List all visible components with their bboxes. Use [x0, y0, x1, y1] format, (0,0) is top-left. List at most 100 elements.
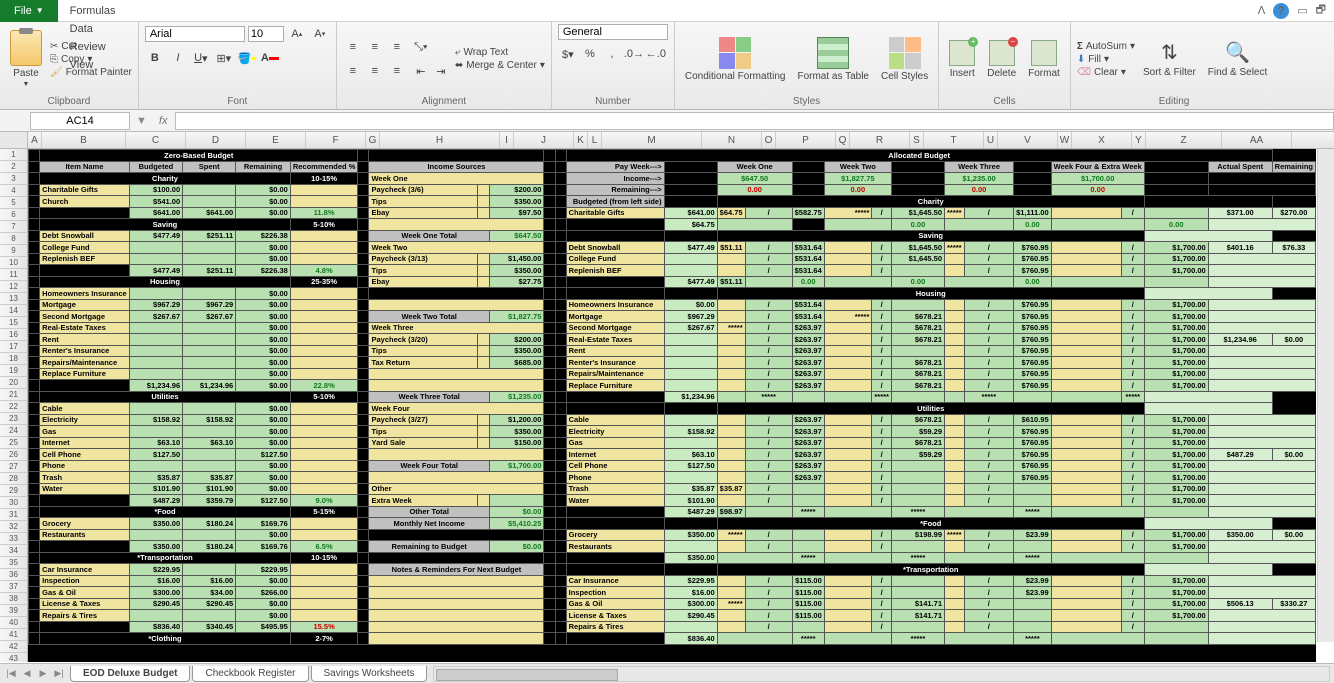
col-header[interactable]: H [380, 132, 500, 148]
row-header[interactable]: 19 [0, 365, 28, 377]
col-header[interactable]: N [702, 132, 762, 148]
select-all-corner[interactable] [0, 132, 28, 148]
sheet-tab[interactable]: EOD Deluxe Budget [70, 666, 190, 682]
delete-button[interactable]: −Delete [983, 38, 1020, 81]
col-header[interactable]: Y [1132, 132, 1146, 148]
currency-button[interactable]: $▾ [558, 44, 578, 64]
tab-next-icon[interactable]: ▶ [36, 667, 50, 681]
wrap-text-button[interactable]: ⤶Wrap Text [455, 47, 545, 58]
col-header[interactable]: S [910, 132, 924, 148]
find-select-button[interactable]: 🔍Find & Select [1204, 38, 1271, 80]
increase-indent-button[interactable]: ⇥ [431, 61, 451, 81]
format-button[interactable]: Format [1024, 38, 1064, 81]
row-header[interactable]: 43 [0, 653, 28, 662]
col-header[interactable]: B [42, 132, 126, 148]
row-header[interactable]: 31 [0, 509, 28, 521]
col-header[interactable]: L [588, 132, 602, 148]
row-header[interactable]: 6 [0, 209, 28, 221]
help-icon[interactable]: ? [1273, 3, 1289, 19]
comma-button[interactable]: , [602, 44, 622, 64]
col-header[interactable]: R [850, 132, 910, 148]
dropdown-icon[interactable]: ▼ [132, 115, 151, 127]
percent-button[interactable]: % [580, 44, 600, 64]
col-header[interactable]: M [602, 132, 702, 148]
italic-button[interactable]: I [168, 48, 188, 68]
copy-button[interactable]: ⎘Copy ▾ [50, 54, 132, 65]
row-header[interactable]: 37 [0, 581, 28, 593]
row-header[interactable]: 29 [0, 485, 28, 497]
row-header[interactable]: 3 [0, 173, 28, 185]
align-center-button[interactable]: ≡ [365, 61, 385, 81]
row-header[interactable]: 15 [0, 317, 28, 329]
row-header[interactable]: 20 [0, 377, 28, 389]
col-header[interactable]: X [1072, 132, 1132, 148]
shrink-font-button[interactable]: A▾ [310, 24, 330, 44]
clear-button[interactable]: ⌫ Clear ▾ [1077, 67, 1135, 78]
row-header[interactable]: 34 [0, 545, 28, 557]
grow-font-button[interactable]: A▴ [287, 24, 307, 44]
col-header[interactable]: E [246, 132, 306, 148]
row-header[interactable]: 32 [0, 521, 28, 533]
row-header[interactable]: 24 [0, 425, 28, 437]
formula-input[interactable] [175, 112, 1334, 130]
font-color-button[interactable]: A [260, 48, 280, 68]
tab-last-icon[interactable]: ▶| [52, 667, 66, 681]
row-header[interactable]: 38 [0, 593, 28, 605]
align-top-button[interactable]: ≡ [343, 37, 363, 57]
fill-button[interactable]: ⬇ Fill ▾ [1077, 54, 1135, 65]
row-header[interactable]: 4 [0, 185, 28, 197]
number-format-select[interactable] [558, 24, 668, 40]
row-header[interactable]: 28 [0, 473, 28, 485]
col-header[interactable]: P [776, 132, 836, 148]
row-header[interactable]: 12 [0, 281, 28, 293]
merge-center-button[interactable]: ⬌Merge & Center ▾ [455, 60, 545, 71]
row-header[interactable]: 33 [0, 533, 28, 545]
sheet-tab[interactable]: Checkbook Register [192, 666, 308, 682]
spreadsheet-grid[interactable]: Zero-Based BudgetAllocated BudgetItem Na… [28, 149, 1316, 662]
file-tab[interactable]: File ▼ [0, 0, 58, 22]
row-header[interactable]: 36 [0, 569, 28, 581]
row-header[interactable]: 21 [0, 389, 28, 401]
name-box[interactable] [30, 112, 130, 130]
insert-button[interactable]: +Insert [945, 38, 979, 81]
decrease-decimal-button[interactable]: ←.0 [646, 44, 666, 64]
align-middle-button[interactable]: ≡ [365, 37, 385, 57]
align-bottom-button[interactable]: ≡ [387, 37, 407, 57]
bold-button[interactable]: B [145, 48, 165, 68]
tab-first-icon[interactable]: |◀ [4, 667, 18, 681]
decrease-indent-button[interactable]: ⇤ [411, 61, 431, 81]
row-header[interactable]: 7 [0, 221, 28, 233]
align-left-button[interactable]: ≡ [343, 61, 363, 81]
col-header[interactable]: AA [1222, 132, 1292, 148]
row-header[interactable]: 16 [0, 329, 28, 341]
row-header[interactable]: 11 [0, 269, 28, 281]
format-painter-button[interactable]: 🖌Format Painter [50, 67, 132, 78]
row-header[interactable]: 10 [0, 257, 28, 269]
col-header[interactable]: Q [836, 132, 850, 148]
col-header[interactable]: Z [1146, 132, 1222, 148]
row-header[interactable]: 35 [0, 557, 28, 569]
cut-button[interactable]: ✂Cut [50, 41, 132, 52]
row-header[interactable]: 2 [0, 161, 28, 173]
col-header[interactable]: V [998, 132, 1058, 148]
row-header[interactable]: 22 [0, 401, 28, 413]
row-header[interactable]: 39 [0, 605, 28, 617]
row-header[interactable]: 17 [0, 341, 28, 353]
row-header[interactable]: 40 [0, 617, 28, 629]
row-header[interactable]: 41 [0, 629, 28, 641]
row-header[interactable]: 26 [0, 449, 28, 461]
row-header[interactable]: 9 [0, 245, 28, 257]
row-header[interactable]: 23 [0, 413, 28, 425]
row-header[interactable]: 13 [0, 293, 28, 305]
col-header[interactable]: T [924, 132, 984, 148]
underline-button[interactable]: U▾ [191, 48, 211, 68]
row-header[interactable]: 27 [0, 461, 28, 473]
row-header[interactable]: 8 [0, 233, 28, 245]
col-header[interactable]: W [1058, 132, 1072, 148]
fill-color-button[interactable]: 🪣 [237, 48, 257, 68]
fx-icon[interactable]: fx [151, 115, 176, 127]
orientation-button[interactable]: ⤡▾ [411, 37, 431, 57]
horizontal-scrollbar[interactable] [433, 666, 1330, 682]
col-header[interactable]: C [126, 132, 186, 148]
row-header[interactable]: 14 [0, 305, 28, 317]
